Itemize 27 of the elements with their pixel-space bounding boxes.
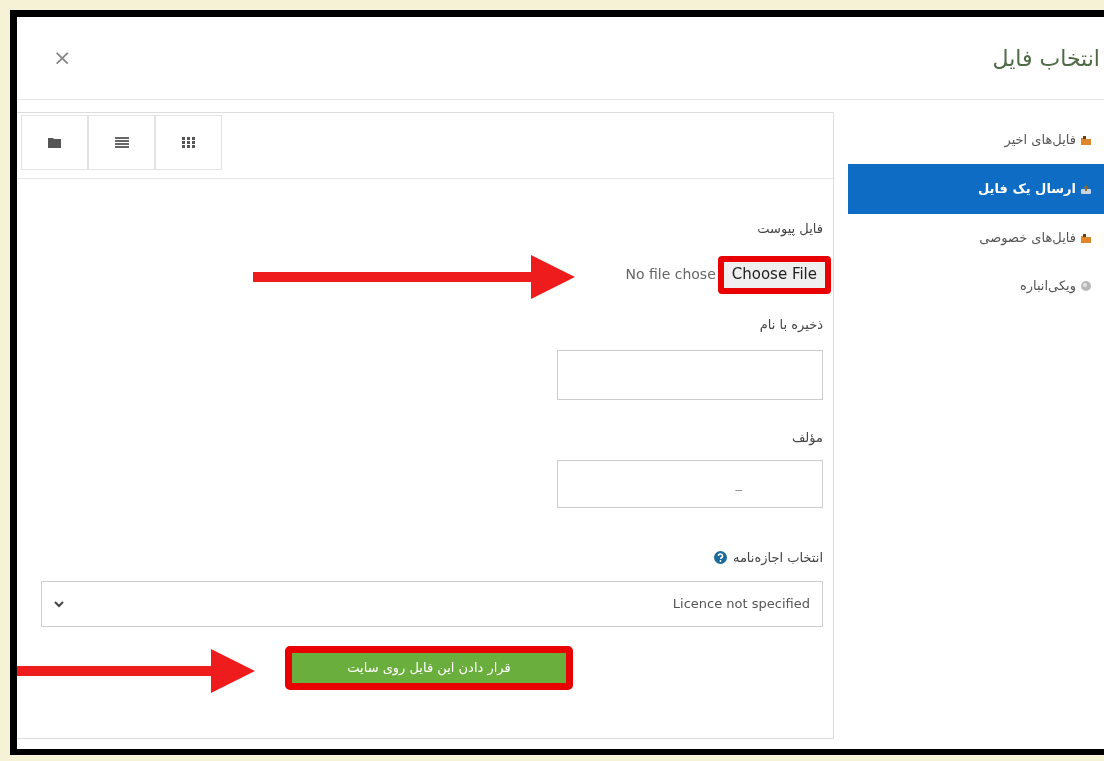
dialog-title: انتخاب فایل <box>992 44 1100 73</box>
field-label: ذخیره با نام <box>759 315 823 334</box>
field-label: فایل پیوست <box>757 220 823 239</box>
grid-view-button[interactable] <box>155 115 222 170</box>
list-icon <box>114 136 129 149</box>
field-label: انتخاب اجازه‌نامه <box>732 548 823 567</box>
close-button[interactable]: × <box>45 47 80 69</box>
list-view-button[interactable] <box>88 115 155 170</box>
folder-icon <box>1080 134 1092 146</box>
folder-icon <box>48 137 61 148</box>
sidebar-item[interactable]: ویکی‌انباره <box>848 262 1104 310</box>
chevron-down-icon <box>54 600 64 608</box>
sidebar-item[interactable]: ارسال یک فایل <box>848 164 1104 214</box>
sidebar-item[interactable]: فایل‌های اخیر <box>848 116 1104 164</box>
help-icon[interactable] <box>713 550 727 564</box>
globe-icon <box>1080 280 1092 292</box>
file-status-text: No file chose <box>625 265 716 284</box>
folder-view-button[interactable] <box>21 115 88 170</box>
license-select[interactable]: Licence not specified <box>41 581 823 627</box>
author-field[interactable]: _ <box>557 459 823 508</box>
folder-icon <box>1080 232 1092 244</box>
grid-icon <box>182 137 195 148</box>
upload-icon <box>1080 183 1092 195</box>
field-label: مؤلف <box>791 429 823 448</box>
choose-file-button[interactable]: Choose File <box>723 261 825 288</box>
save-as-field[interactable] <box>557 350 823 400</box>
sidebar-item[interactable]: فایل‌های خصوصی <box>848 214 1104 262</box>
